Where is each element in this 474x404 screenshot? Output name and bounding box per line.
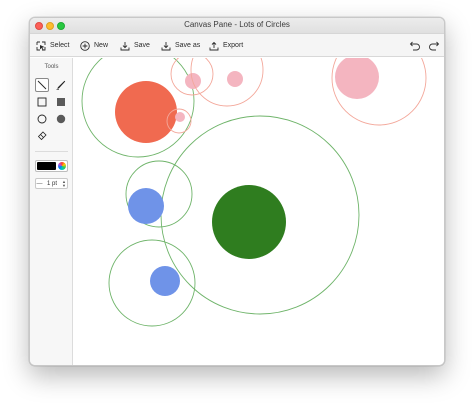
circle-outline-tool-button[interactable] <box>35 112 49 126</box>
square-outline-icon <box>37 97 47 107</box>
circle-filled[interactable] <box>335 58 379 99</box>
circle-filled[interactable] <box>150 266 180 296</box>
save-as-label: Save as <box>175 42 201 49</box>
canvas-drawing[interactable] <box>73 58 445 366</box>
line-width-value: 1 pt <box>46 180 57 187</box>
undo-icon[interactable] <box>409 39 421 51</box>
decrement-label: — <box>36 180 43 187</box>
line-icon <box>37 80 47 90</box>
circle-fill-tool-button[interactable] <box>54 112 68 126</box>
download-icon <box>161 41 171 50</box>
toolbar: Select New Save Save as Export <box>30 34 444 57</box>
save-label: Save <box>134 42 150 49</box>
tools-heading: Tools <box>44 64 59 70</box>
save-button[interactable]: Save <box>120 38 150 53</box>
export-label: Export <box>223 42 244 49</box>
circle-outline-icon <box>37 114 47 124</box>
download-icon <box>120 41 130 50</box>
save-as-button[interactable]: Save as <box>161 38 200 53</box>
circle-filled[interactable] <box>115 81 177 143</box>
selected-color-swatch <box>37 162 56 170</box>
window-title: Canvas Pane - Lots of Circles <box>184 20 290 29</box>
drawing-canvas[interactable] <box>73 58 445 366</box>
circle-filled-icon <box>56 114 66 124</box>
circle-outline[interactable] <box>190 58 264 107</box>
rectangle-fill-tool-button[interactable] <box>54 95 68 109</box>
select-label: Select <box>50 42 70 49</box>
circle-filled[interactable] <box>227 71 243 87</box>
line-tool-button[interactable] <box>35 78 49 92</box>
tools-sidebar: Tools — 1 pt ▲ ▼ <box>30 58 73 365</box>
pen-tool-button[interactable] <box>54 78 68 92</box>
color-picker[interactable] <box>35 160 68 172</box>
redo-icon[interactable] <box>428 39 440 51</box>
stepper-arrows-icon[interactable]: ▲ ▼ <box>61 179 67 188</box>
color-wheel-icon <box>58 162 66 170</box>
plus-circle-icon <box>80 40 90 51</box>
pen-icon <box>56 80 66 90</box>
eraser-icon <box>37 131 47 141</box>
export-button[interactable]: Export <box>209 38 243 53</box>
circle-filled[interactable] <box>175 112 185 122</box>
app-window: Canvas Pane - Lots of Circles Select New… <box>29 17 445 366</box>
select-icon <box>36 41 46 50</box>
line-width-stepper[interactable]: — 1 pt ▲ ▼ <box>35 178 68 189</box>
upload-icon <box>209 41 219 50</box>
new-button[interactable]: New <box>80 38 108 53</box>
new-label: New <box>94 42 109 49</box>
title-bar: Canvas Pane - Lots of Circles <box>30 18 444 34</box>
square-filled-icon <box>57 98 65 106</box>
sidebar-divider <box>35 151 68 152</box>
select-button[interactable]: Select <box>36 38 69 53</box>
circle-filled[interactable] <box>128 188 164 224</box>
rectangle-outline-tool-button[interactable] <box>35 95 49 109</box>
circle-filled[interactable] <box>212 185 286 259</box>
eraser-tool-button[interactable] <box>35 129 49 143</box>
